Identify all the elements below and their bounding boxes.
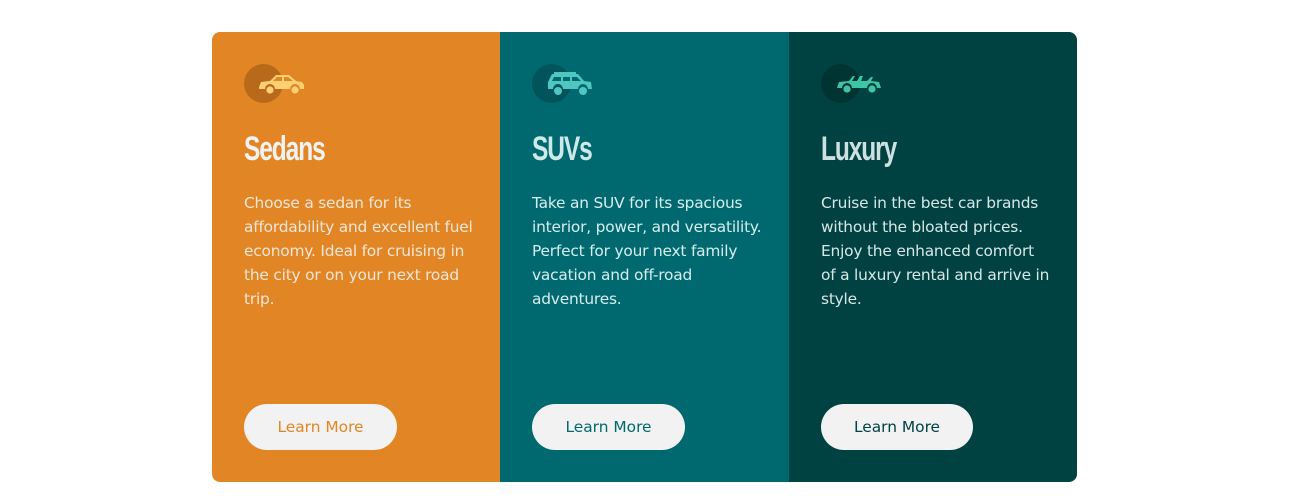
- car-category-cards: Sedans Choose a sedan for its affordabil…: [212, 32, 1077, 482]
- convertible-car-icon: [821, 64, 885, 104]
- suv-car-icon: [532, 64, 596, 104]
- card-title: SUVs: [532, 130, 593, 168]
- learn-more-button[interactable]: Learn More: [532, 404, 685, 450]
- card-title: Luxury: [821, 130, 897, 168]
- card-suvs: SUVs Take an SUV for its spacious interi…: [500, 32, 789, 482]
- card-sedans: Sedans Choose a sedan for its affordabil…: [212, 32, 500, 482]
- card-description: Choose a sedan for its affordability and…: [244, 194, 473, 308]
- card-luxury: Luxury Cruise in the best car brands wit…: [789, 32, 1077, 482]
- card-title: Sedans: [244, 130, 326, 168]
- card-description: Take an SUV for its spacious interior, p…: [532, 194, 762, 308]
- convertible-car-svg: [837, 76, 881, 93]
- suv-car-svg: [548, 72, 592, 95]
- learn-more-button[interactable]: Learn More: [244, 404, 397, 450]
- sedan-car-svg: [259, 75, 304, 94]
- sedan-car-icon: [244, 64, 308, 104]
- learn-more-button[interactable]: Learn More: [821, 404, 973, 450]
- card-description: Cruise in the best car brands without th…: [821, 194, 1050, 308]
